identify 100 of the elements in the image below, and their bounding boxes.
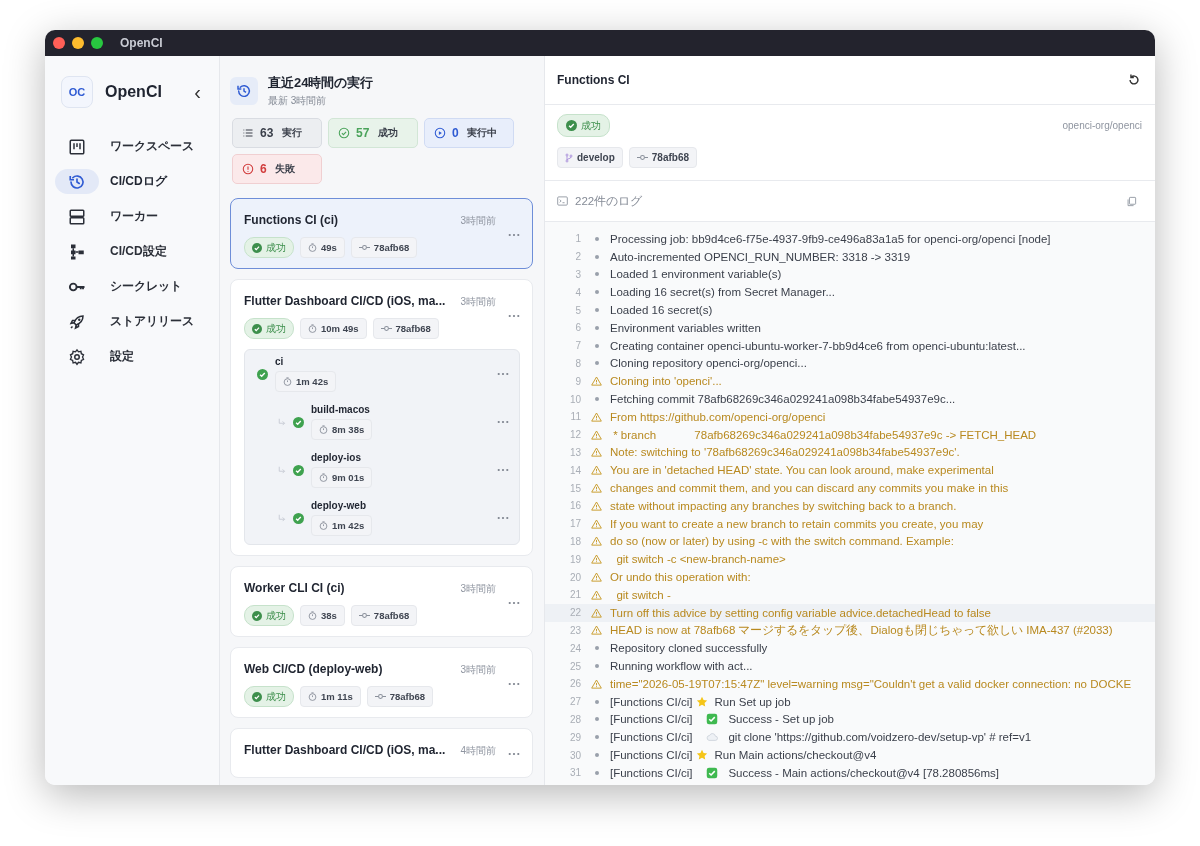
dot-icon — [595, 646, 599, 651]
stat-filter-button[interactable]: 0 実行中 — [424, 118, 514, 148]
detail-title: Functions CI — [557, 73, 630, 87]
duration-text: 49s — [321, 242, 337, 253]
cloud-icon — [706, 731, 719, 744]
run-title: Web CI/CD (deploy-web) — [244, 662, 383, 676]
collapse-button[interactable]: ‹ — [186, 82, 209, 102]
log-line: HEAD is now at 78afb68 マージするをタップ後、Dialogも閉じちゃって欲しい IMA-437 (#2033) — [610, 623, 1113, 638]
dot-icon — [595, 770, 599, 775]
line-number: 17 — [568, 518, 581, 530]
check-mark-icon — [706, 766, 719, 779]
more-icon[interactable] — [508, 681, 520, 686]
log-line: Running workflow with act... — [610, 659, 753, 673]
more-icon[interactable] — [497, 468, 509, 472]
star-icon — [696, 749, 709, 761]
line-number: 29 — [568, 731, 581, 743]
nav-item[interactable]: シークレット — [110, 278, 182, 295]
line-number: 28 — [568, 713, 581, 725]
log-line: From https://github.com/openci-org/openci — [610, 409, 826, 424]
check-circle-icon — [252, 323, 262, 334]
job-name: deploy-ios — [311, 452, 361, 463]
dot-icon — [595, 753, 599, 757]
warning-icon — [591, 625, 602, 636]
more-icon[interactable] — [497, 372, 509, 376]
history-icon[interactable] — [55, 169, 99, 194]
duration-text: 1m 11s — [321, 691, 353, 702]
commit-icon — [380, 325, 392, 332]
nav-item[interactable]: 設定 — [110, 348, 134, 365]
zoom-button[interactable] — [91, 37, 103, 49]
nav-item[interactable]: CI/CD設定 — [110, 243, 167, 260]
timer-icon — [308, 243, 317, 252]
duration-text: 1m 42s — [296, 376, 329, 387]
nav-item[interactable]: ストアリリース — [110, 313, 194, 330]
more-icon[interactable] — [508, 313, 520, 318]
close-button[interactable] — [53, 37, 65, 49]
more-icon[interactable] — [508, 600, 520, 605]
run-card[interactable]: Flutter Dashboard CI/CD (iOS, ma... 4時間前 — [230, 728, 533, 778]
nav-item[interactable]: CI/CDログ — [110, 173, 167, 190]
check-circle-icon — [252, 610, 262, 621]
line-number: 21 — [568, 589, 581, 601]
commit-icon — [358, 612, 370, 619]
nav-item[interactable]: ワーカー — [110, 208, 158, 225]
timer-icon — [308, 611, 317, 620]
stat-filter-button[interactable]: 6 失敗 — [232, 154, 322, 184]
warning-icon — [591, 411, 602, 422]
dot-icon — [595, 735, 599, 740]
log-line: You are in 'detached HEAD' state. You can look around, make experimental — [610, 463, 994, 478]
log-line: Cloning repository openci-org/openci... — [610, 356, 807, 371]
timer-icon — [308, 692, 317, 701]
refresh-icon[interactable] — [1127, 73, 1141, 87]
log-line: Note: switching to '78afb68269c346a029241a098b34fabe54937e9c'. — [610, 445, 960, 460]
window-title: OpenCI — [120, 36, 163, 50]
nav-item[interactable]: ワークスペース — [110, 138, 194, 155]
more-icon[interactable] — [508, 232, 520, 237]
duration-text: 38s — [321, 610, 337, 621]
line-number: 4 — [574, 286, 581, 298]
warning-icon — [591, 678, 602, 689]
more-icon[interactable] — [508, 752, 520, 756]
warning-icon — [591, 376, 602, 387]
check-circle-icon — [338, 127, 350, 139]
check-circle-icon — [566, 120, 577, 131]
run-card[interactable]: Worker CLI CI (ci) 3時間前 成功 38s 78afb68 — [230, 566, 533, 637]
job-name: deploy-web — [311, 500, 366, 511]
more-icon[interactable] — [497, 420, 509, 424]
more-icon[interactable] — [497, 516, 509, 520]
check-circle-icon — [252, 691, 262, 702]
terminal-icon — [557, 196, 568, 206]
stat-filter-button[interactable]: 63 実行 — [232, 118, 322, 148]
panel-subtitle: 最新 3時間前 — [268, 94, 328, 108]
log-line: Repository cloned successfully — [610, 641, 768, 656]
run-card[interactable]: Flutter Dashboard CI/CD (iOS, ma... 3時間前 成功 10m 49s 78afb68 ci 1m 42s build-macos 8m 38s deploy-ios 9m 01s deploy-web 1m 42s — [230, 279, 533, 556]
commit-icon — [374, 693, 386, 700]
branch-name: develop — [577, 152, 615, 163]
dot-icon — [595, 308, 599, 313]
line-number: 27 — [568, 696, 581, 708]
alert-circle-icon — [242, 163, 254, 175]
job-name: ci — [275, 356, 284, 367]
commit-hash: 78afb68 — [651, 152, 690, 163]
line-number: 30 — [568, 749, 581, 761]
log-line: do so (now or later) by using -c with the switch command. Example: — [610, 534, 954, 549]
minimize-button[interactable] — [72, 37, 84, 49]
job-name: build-macos — [311, 404, 370, 415]
log-line: Or undo this operation with: — [610, 570, 751, 585]
app-name: OpenCI — [105, 83, 163, 101]
commit-hash: 78afb68 — [395, 323, 431, 334]
log-prefix: [Functions CI/ci] — [610, 694, 693, 709]
run-card[interactable]: Functions CI (ci) 3時間前 成功 49s 78afb68 — [230, 198, 533, 269]
status-label: 成功 — [266, 689, 286, 704]
duration-text: 9m 01s — [332, 472, 365, 483]
log-line: Loading 16 secret(s) from Secret Manager... — [610, 285, 835, 300]
dot-icon — [595, 325, 599, 330]
panel-title: 直近24時間の実行 — [268, 74, 374, 92]
line-number: 3 — [574, 269, 581, 280]
commit-icon — [636, 154, 648, 161]
stat-filter-button[interactable]: 57 成功 — [328, 118, 418, 148]
dot-icon — [595, 236, 599, 241]
run-time: 3時間前 — [460, 582, 496, 596]
run-card[interactable]: Web CI/CD (deploy-web) 3時間前 成功 1m 11s 78afb68 — [230, 647, 533, 718]
line-number: 14 — [568, 464, 581, 476]
log-line: Processing job: bb9d4ce6-f75e-4937-9fb9-ce496a83a1a5 for openci-org/openci [node] — [610, 231, 1051, 246]
